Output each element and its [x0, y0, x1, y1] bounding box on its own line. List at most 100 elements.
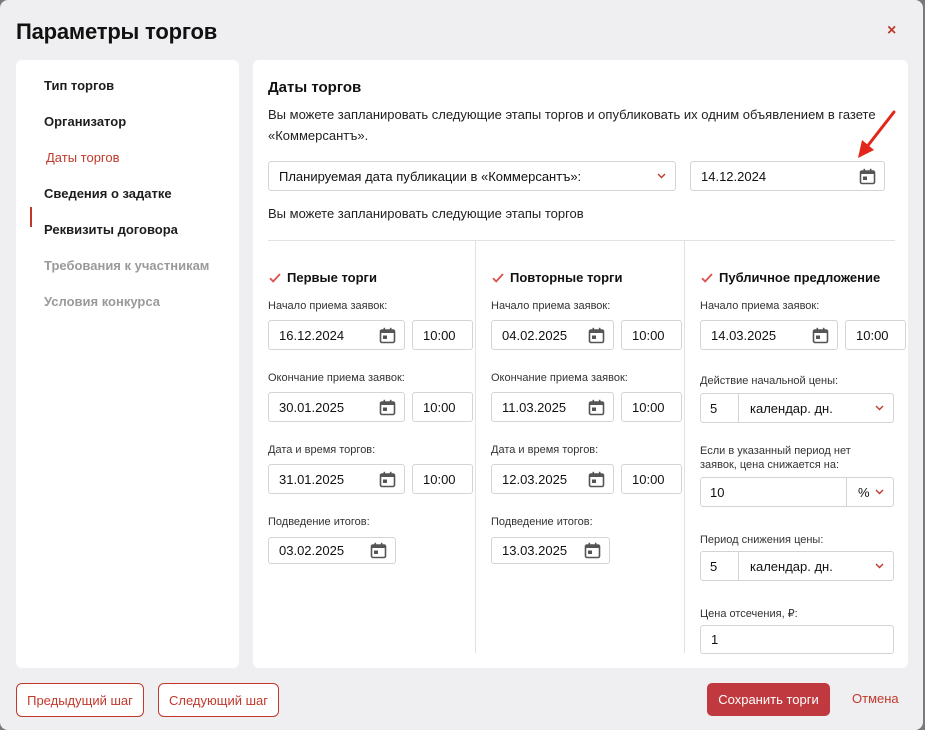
public-offer-header[interactable]: Публичное предложение [700, 270, 880, 285]
sidebar-item-organizer[interactable]: Организатор [44, 114, 126, 129]
first-end-time-input[interactable]: 10:00 [412, 392, 473, 422]
dates-panel: Даты торгов Вы можете запланировать след… [253, 60, 908, 668]
price-action-days-input[interactable]: 5 [701, 394, 739, 422]
calendar-icon[interactable] [588, 399, 605, 416]
save-button[interactable]: Сохранить торги [707, 683, 830, 716]
sidebar-item-contract-details[interactable]: Реквизиты договора [44, 222, 178, 237]
cutoff-value: 1 [711, 632, 719, 647]
calendar-icon[interactable] [379, 471, 396, 488]
start-label: Начало приема заявок: [491, 300, 611, 312]
time-value: 10:00 [423, 399, 456, 415]
end-label: Окончание приема заявок: [268, 372, 405, 384]
time-value: 10:00 [632, 399, 665, 415]
time-value: 10:00 [632, 471, 665, 487]
calendar-icon[interactable] [588, 327, 605, 344]
calendar-icon[interactable] [812, 327, 829, 344]
first-results-date-input[interactable]: 03.02.2025 [268, 537, 396, 564]
calendar-icon[interactable] [859, 168, 876, 185]
decrease-unit-select[interactable]: % [847, 478, 893, 506]
number-value: 10 [710, 484, 725, 500]
previous-step-button[interactable]: Предыдущий шаг [16, 683, 144, 717]
number-value: 5 [710, 558, 718, 574]
first-start-time-input[interactable]: 10:00 [412, 320, 473, 350]
period-days-input[interactable]: 5 [701, 552, 739, 580]
section-heading: Даты торгов [268, 79, 362, 96]
cutoff-price-input[interactable]: 1 [700, 625, 894, 654]
calendar-icon[interactable] [584, 542, 601, 559]
repeat-auction-title: Повторные торги [510, 270, 623, 285]
repeat-trade-time-input[interactable]: 10:00 [621, 464, 682, 494]
column-divider [684, 241, 685, 653]
calendar-icon[interactable] [379, 327, 396, 344]
public-start-time-input[interactable]: 10:00 [845, 320, 906, 350]
chevron-down-icon [875, 489, 884, 495]
decrease-label-line-2: заявок, цена снижается на: [700, 459, 840, 471]
publication-date-input[interactable]: 14.12.2024 [690, 161, 885, 191]
modal-title: Параметры торгов [16, 19, 218, 44]
stages-note: Вы можете запланировать следующие этапы … [268, 206, 584, 221]
annotation-arrow-icon [858, 110, 896, 158]
auction-params-modal: Параметры торгов × Тип торгов Организато… [0, 0, 923, 730]
steps-sidebar: Тип торгов Организатор Даты торгов Сведе… [16, 60, 239, 668]
repeat-end-time-input[interactable]: 10:00 [621, 392, 682, 422]
results-label: Подведение итогов: [491, 516, 593, 528]
chevron-down-icon [875, 405, 884, 411]
repeat-results-date-input[interactable]: 13.03.2025 [491, 537, 610, 564]
price-action-field: 5 календар. дн. [700, 393, 894, 423]
decrease-value-input[interactable]: 10 [701, 478, 847, 506]
publication-date-select[interactable]: Планируемая дата публикации в «Коммерсан… [268, 161, 676, 191]
sidebar-item-auction-dates[interactable]: Даты торгов [46, 150, 120, 165]
time-value: 10:00 [423, 327, 456, 343]
repeat-end-date-input[interactable]: 11.03.2025 [491, 392, 614, 422]
time-value: 10:00 [856, 327, 889, 343]
sidebar-item-participant-requirements: Требования к участникам [44, 258, 210, 273]
checkbox-checked-icon[interactable] [491, 271, 505, 285]
public-start-date-input[interactable]: 14.03.2025 [700, 320, 838, 350]
decrease-field: 10 % [700, 477, 894, 507]
repeat-start-date-input[interactable]: 04.02.2025 [491, 320, 614, 350]
repeat-start-time-input[interactable]: 10:00 [621, 320, 682, 350]
chevron-down-icon [657, 173, 666, 179]
first-end-date-input[interactable]: 30.01.2025 [268, 392, 405, 422]
public-offer-title: Публичное предложение [719, 270, 881, 285]
first-auction-title: Первые торги [287, 270, 377, 285]
divider [268, 240, 895, 241]
unit-value: % [858, 484, 870, 500]
repeat-auction-header[interactable]: Повторные торги [491, 270, 622, 285]
calendar-icon[interactable] [588, 471, 605, 488]
period-unit-select[interactable]: календар. дн. [739, 552, 893, 580]
end-label: Окончание приема заявок: [491, 372, 628, 384]
section-description: Вы можете запланировать следующие этапы … [268, 107, 876, 143]
first-auction-header[interactable]: Первые торги [268, 270, 377, 285]
trade-label: Дата и время торгов: [491, 444, 599, 456]
repeat-trade-date-input[interactable]: 12.03.2025 [491, 464, 614, 494]
close-icon[interactable]: × [887, 21, 896, 41]
price-action-label: Действие начальной цены: [700, 375, 839, 387]
sidebar-item-contest-terms: Условия конкурса [44, 294, 160, 309]
unit-value: календар. дн. [750, 558, 833, 574]
first-start-date-input[interactable]: 16.12.2024 [268, 320, 405, 350]
price-action-unit-select[interactable]: календар. дн. [739, 394, 893, 422]
trade-label: Дата и время торгов: [268, 444, 376, 456]
results-label: Подведение итогов: [268, 516, 370, 528]
calendar-icon[interactable] [379, 399, 396, 416]
period-field: 5 календар. дн. [700, 551, 894, 581]
start-label: Начало приема заявок: [700, 300, 820, 312]
sidebar-item-deposit[interactable]: Сведения о задатке [44, 186, 172, 201]
decrease-label-line-1: Если в указанный период нет [700, 445, 851, 457]
column-divider [475, 241, 476, 653]
sidebar-item-auction-type[interactable]: Тип торгов [44, 78, 114, 93]
calendar-icon[interactable] [370, 542, 387, 559]
first-trade-date-input[interactable]: 31.01.2025 [268, 464, 405, 494]
checkbox-checked-icon[interactable] [268, 271, 282, 285]
cancel-button[interactable]: Отмена [852, 691, 899, 706]
number-value: 5 [710, 400, 718, 416]
checkbox-checked-icon[interactable] [700, 271, 714, 285]
time-value: 10:00 [423, 471, 456, 487]
period-label: Период снижения цены: [700, 534, 824, 546]
chevron-down-icon [875, 563, 884, 569]
publication-select-value: Планируемая дата публикации в «Коммерсан… [279, 168, 582, 184]
first-trade-time-input[interactable]: 10:00 [412, 464, 473, 494]
next-step-button[interactable]: Следующий шаг [158, 683, 279, 717]
start-label: Начало приема заявок: [268, 300, 388, 312]
